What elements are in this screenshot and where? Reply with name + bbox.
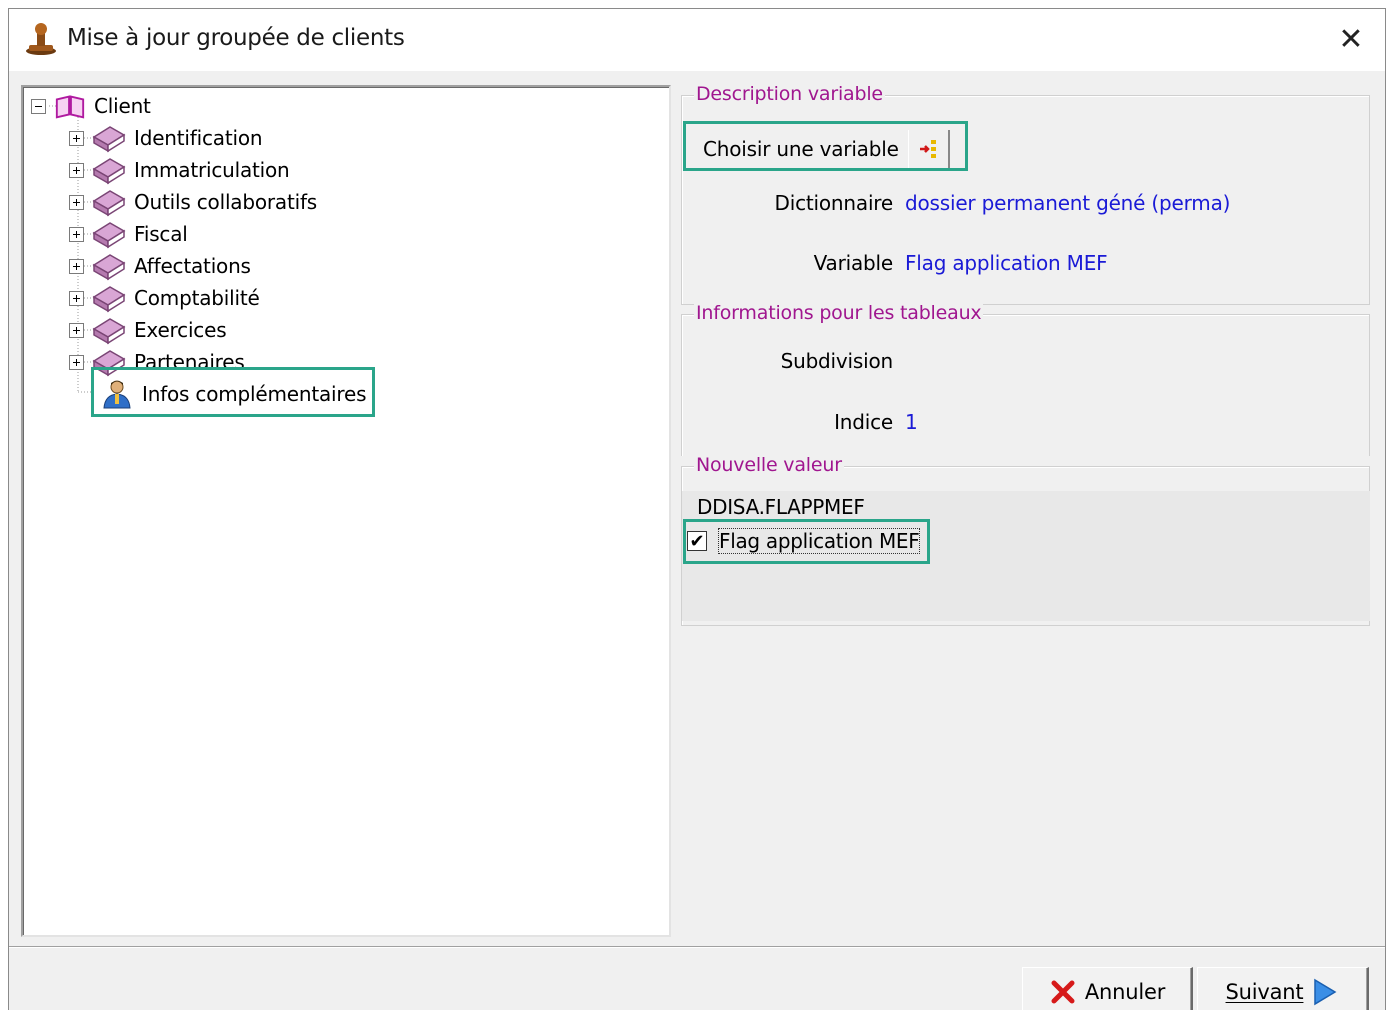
tree-node-label: Client bbox=[94, 94, 151, 118]
tree-node-label: Outils collaboratifs bbox=[134, 190, 318, 214]
footer-separator bbox=[9, 946, 1385, 948]
cancel-x-icon bbox=[1051, 980, 1075, 1003]
title-bar: Mise à jour groupée de clients ✕ bbox=[9, 9, 1385, 71]
open-book-icon bbox=[55, 95, 85, 119]
closed-book-icon bbox=[92, 158, 126, 185]
expand-icon[interactable] bbox=[69, 322, 84, 338]
expand-icon[interactable] bbox=[69, 258, 84, 274]
tree-node-affectations[interactable]: Affectations bbox=[69, 251, 251, 281]
variable-value: Flag application MEF bbox=[905, 251, 1108, 275]
expand-icon[interactable] bbox=[69, 290, 84, 306]
tables-info-legend: Informations pour les tableaux bbox=[694, 302, 984, 324]
tree-node-label: Comptabilité bbox=[134, 286, 260, 310]
tree-node-label: Fiscal bbox=[134, 222, 188, 246]
next-arrow-icon bbox=[1314, 978, 1337, 1005]
tree-node-label: Affectations bbox=[134, 254, 251, 278]
index-label: Indice bbox=[834, 410, 893, 434]
closed-book-icon bbox=[92, 190, 126, 217]
expand-icon[interactable] bbox=[69, 194, 84, 210]
close-icon: ✕ bbox=[1338, 22, 1364, 56]
dictionary-label: Dictionnaire bbox=[774, 191, 894, 215]
tree-node-identification[interactable]: Identification bbox=[69, 123, 263, 153]
closed-book-icon bbox=[92, 254, 126, 281]
closed-book-icon bbox=[92, 126, 126, 153]
variable-label: Variable bbox=[813, 251, 894, 275]
window-title: Mise à jour groupée de clients bbox=[67, 25, 405, 51]
tree-node-outils-collaboratifs[interactable]: Outils collaboratifs bbox=[69, 187, 317, 217]
category-tree[interactable]: Client Identification Immatriculation Ou… bbox=[21, 85, 671, 937]
tree-node-exercices[interactable]: Exercices bbox=[69, 315, 227, 345]
tree-node-label: Immatriculation bbox=[134, 158, 290, 182]
expand-icon[interactable] bbox=[69, 354, 84, 370]
cancel-label: Annuler bbox=[1084, 979, 1166, 1004]
new-value-legend: Nouvelle valeur bbox=[694, 454, 844, 476]
next-label: Suivant bbox=[1225, 979, 1304, 1004]
closed-book-icon bbox=[92, 286, 126, 313]
tables-info-group: Informations pour les tableaux bbox=[681, 302, 1370, 456]
dialog-window: Mise à jour groupée de clients ✕ Client … bbox=[8, 8, 1386, 1010]
tree-node-fiscal[interactable]: Fiscal bbox=[69, 219, 188, 249]
choose-variable-highlight bbox=[683, 121, 968, 171]
stamp-icon bbox=[26, 23, 56, 55]
subdivision-label: Subdivision bbox=[780, 349, 894, 373]
field-code: DDISA.FLAPPMEF bbox=[697, 495, 865, 519]
expand-icon[interactable] bbox=[69, 130, 84, 146]
dictionary-value: dossier permanent géné (perma) bbox=[905, 191, 1231, 215]
next-button[interactable]: Suivant bbox=[1197, 967, 1369, 1010]
expand-icon[interactable] bbox=[69, 162, 84, 178]
tree-node-label: Exercices bbox=[134, 318, 227, 342]
closed-book-icon bbox=[92, 222, 126, 249]
description-legend: Description variable bbox=[694, 83, 885, 105]
tree-node-label: Identification bbox=[134, 126, 263, 150]
expand-icon[interactable] bbox=[69, 226, 84, 242]
tree-node-comptabilite[interactable]: Comptabilité bbox=[69, 283, 260, 313]
index-value: 1 bbox=[905, 410, 918, 434]
tree-node-immatriculation[interactable]: Immatriculation bbox=[69, 155, 290, 185]
selection-highlight bbox=[91, 367, 375, 417]
tree-node-client[interactable]: Client bbox=[31, 91, 151, 121]
collapse-icon[interactable] bbox=[31, 98, 46, 114]
cancel-button[interactable]: Annuler bbox=[1022, 967, 1193, 1010]
dialog-body: Client Identification Immatriculation Ou… bbox=[9, 71, 1385, 1010]
close-button[interactable]: ✕ bbox=[1327, 17, 1375, 61]
closed-book-icon bbox=[92, 318, 126, 345]
checkbox-highlight bbox=[683, 519, 930, 564]
